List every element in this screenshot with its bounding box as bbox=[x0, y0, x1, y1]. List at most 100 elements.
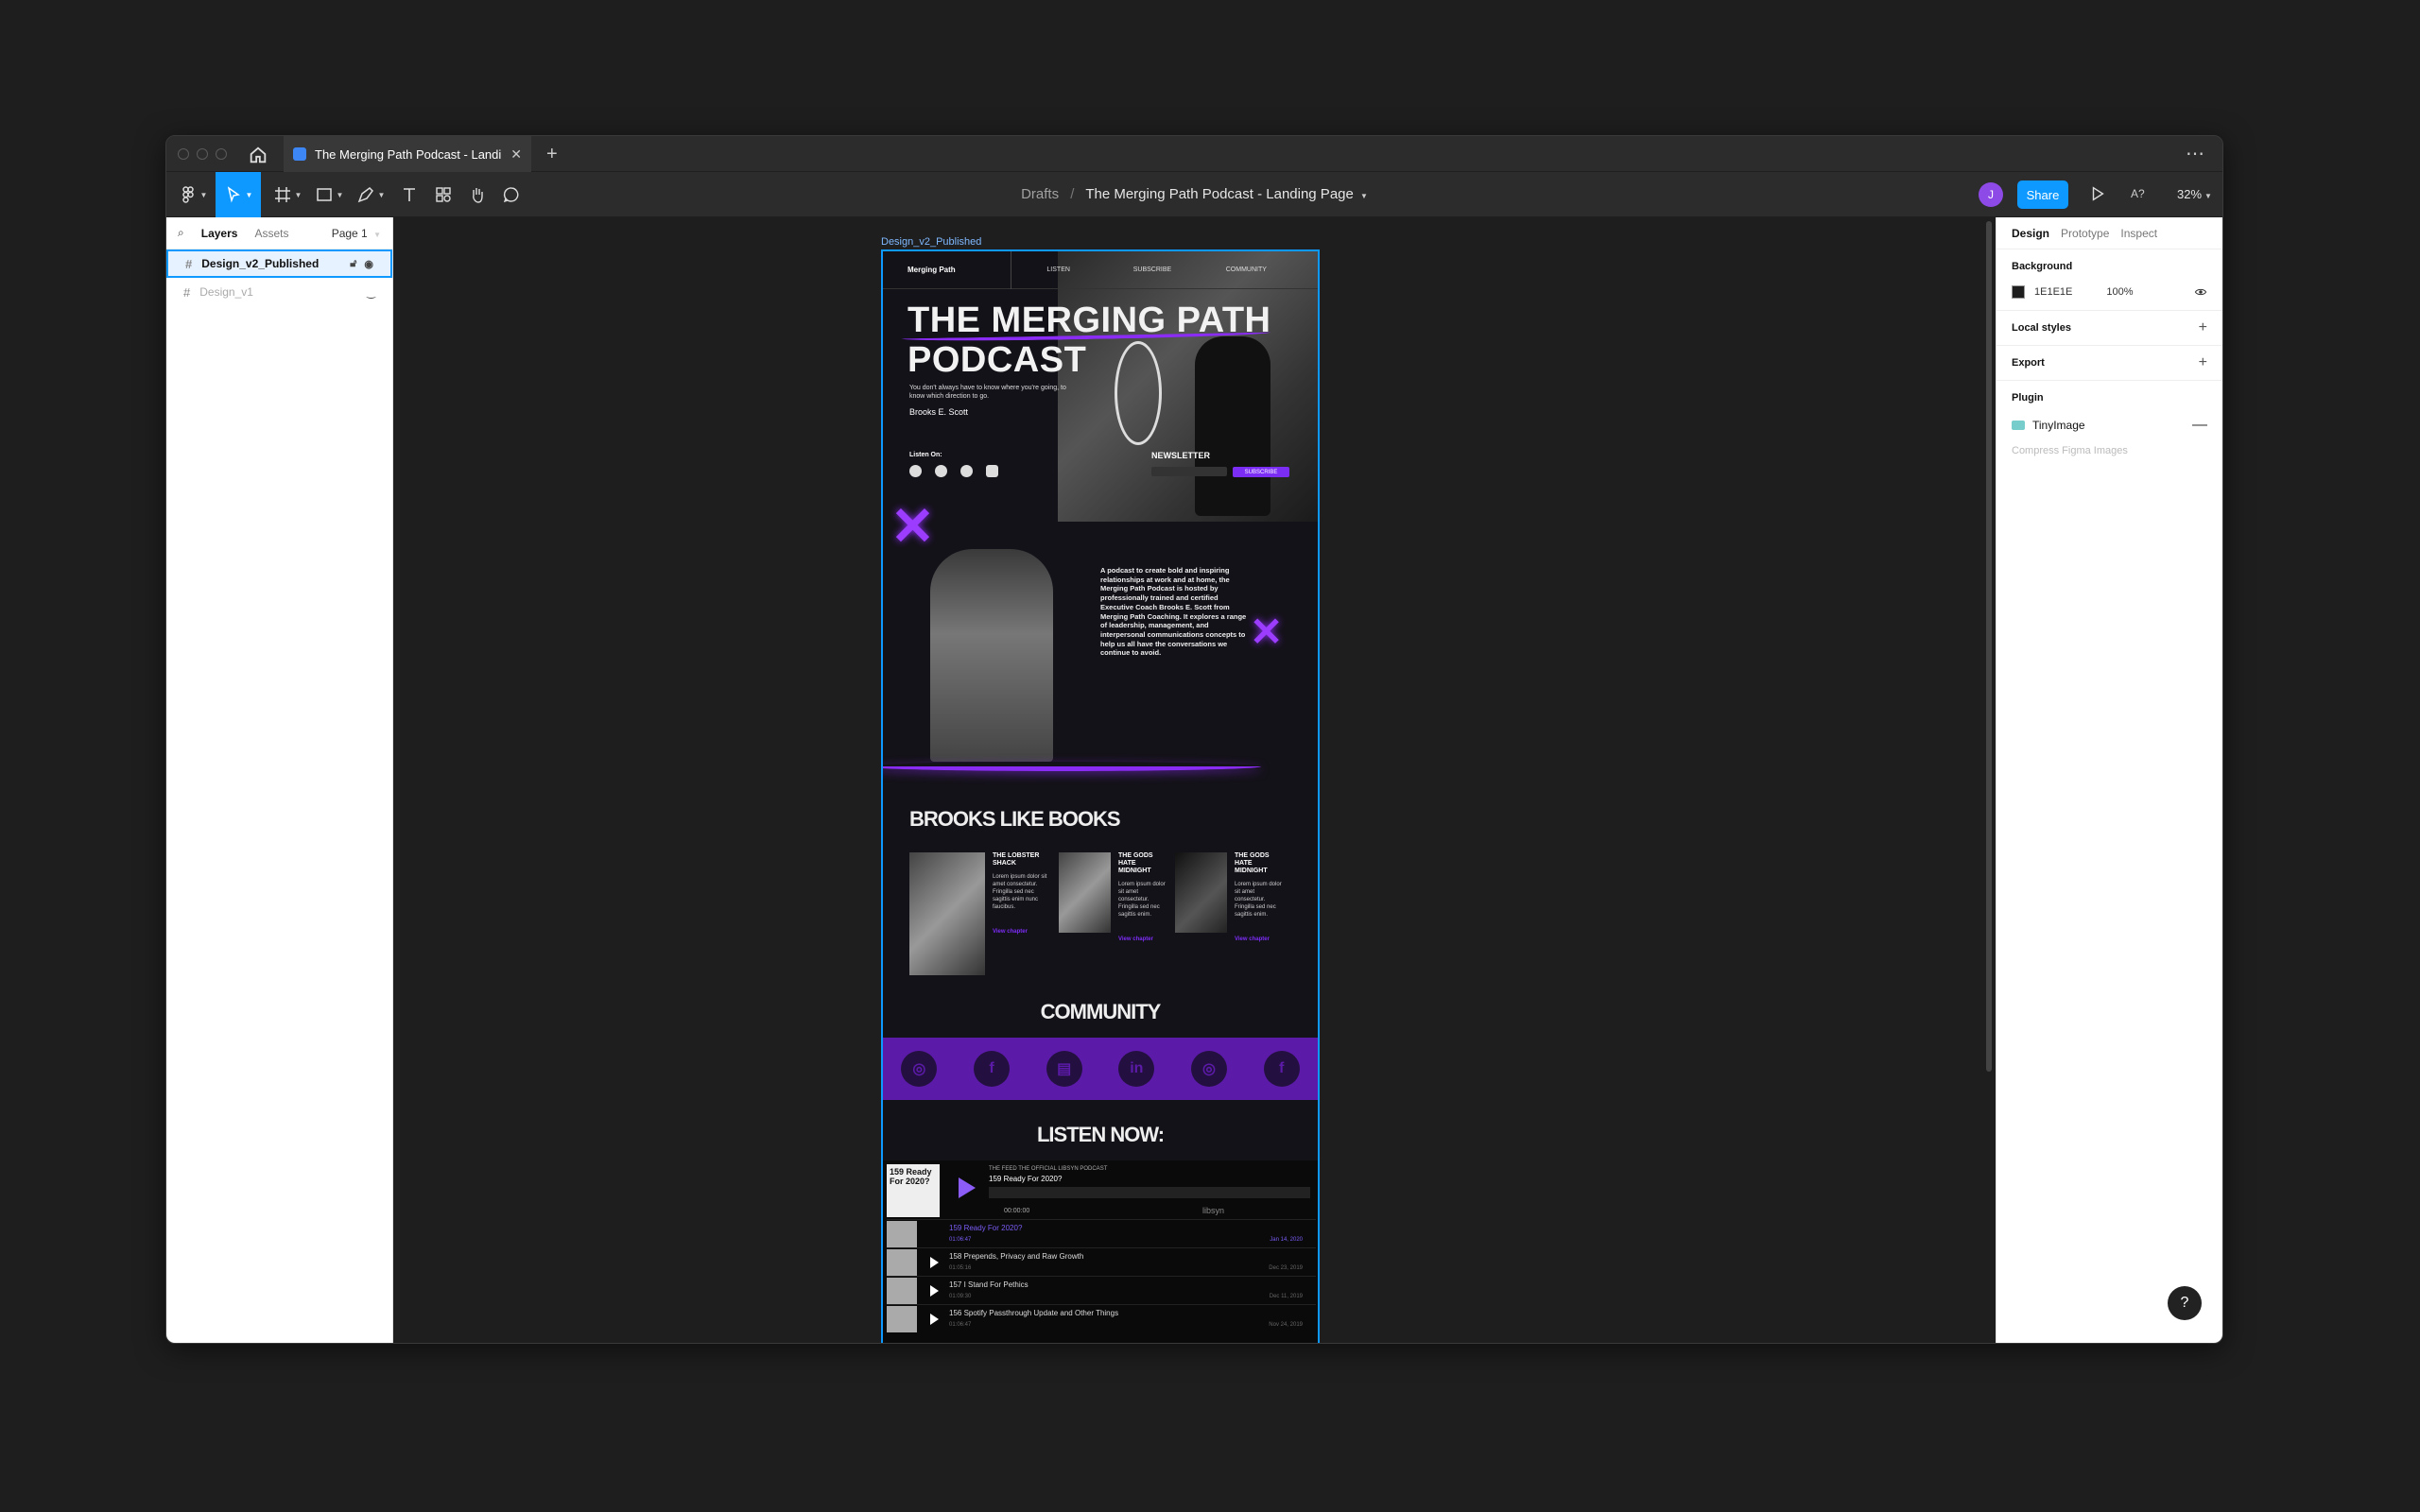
figma-window: The Merging Path Podcast - Landing Page … bbox=[165, 135, 2223, 1344]
tab-assets[interactable]: Assets bbox=[254, 227, 288, 240]
export-title: Export bbox=[2012, 357, 2045, 369]
instagram-icon: ◎ bbox=[901, 1051, 938, 1087]
figma-file-icon bbox=[293, 147, 306, 161]
add-style-icon[interactable]: + bbox=[2199, 320, 2207, 335]
book-cover bbox=[1059, 852, 1111, 933]
eye-icon[interactable]: ◉ bbox=[364, 258, 373, 270]
purple-x-icon: ✕ bbox=[1250, 610, 1284, 654]
book-card: THE LOBSTER SHACK Lorem ipsum dolor sit … bbox=[909, 852, 1049, 975]
accessibility-check-button[interactable]: A? bbox=[2131, 187, 2145, 200]
window-controls bbox=[178, 148, 227, 160]
unlock-icon[interactable]: 🔓︎ bbox=[350, 258, 356, 270]
breadcrumb: Drafts / The Merging Path Podcast - Land… bbox=[166, 186, 2222, 202]
episode-duration: 01:06:47 bbox=[949, 1322, 972, 1328]
eye-icon[interactable] bbox=[2194, 285, 2207, 299]
play-icon bbox=[959, 1177, 976, 1198]
search-icon[interactable]: ⌕ bbox=[178, 226, 184, 240]
site-brand: Merging Path bbox=[908, 251, 1011, 289]
home-icon[interactable] bbox=[248, 145, 268, 165]
layer-item[interactable]: # Design_v1 ‿ bbox=[166, 278, 392, 306]
book-card: THE GODS HATE MIDNIGHT Lorem ipsum dolor… bbox=[1175, 852, 1282, 975]
player-brand: libsyn bbox=[1202, 1206, 1225, 1215]
tab-prototype[interactable]: Prototype bbox=[2061, 227, 2109, 240]
layer-item[interactable]: # Design_v2_Published 🔓︎ ◉ bbox=[166, 249, 392, 278]
book-cover bbox=[909, 852, 985, 975]
minimize-window-button[interactable] bbox=[197, 148, 208, 160]
file-tab[interactable]: The Merging Path Podcast - Landing Page … bbox=[284, 136, 531, 172]
layers-panel: ⌕ Layers Assets Page 1 ▼ # Design_v2_Pub… bbox=[166, 217, 393, 1343]
nav-link-subscribe: SUBSCRIBE bbox=[1132, 266, 1172, 273]
plugin-name[interactable]: TinyImage bbox=[2032, 419, 2085, 432]
purple-x-icon: ✕ bbox=[890, 496, 935, 556]
plugin-image-icon bbox=[2012, 421, 2025, 430]
add-export-icon[interactable]: + bbox=[2199, 355, 2207, 370]
player-waveform bbox=[989, 1187, 1310, 1198]
book-cover bbox=[1175, 852, 1227, 933]
episode-thumb bbox=[887, 1221, 917, 1247]
frame-layer-icon: # bbox=[185, 256, 193, 271]
local-styles-title: Local styles bbox=[2012, 322, 2071, 334]
help-button[interactable]: ? bbox=[2168, 1286, 2202, 1320]
clapperboard-icon: ▤ bbox=[1046, 1051, 1082, 1087]
local-styles-section: Local styles + bbox=[1996, 311, 2222, 346]
close-tab-icon[interactable]: ✕ bbox=[510, 146, 522, 163]
book-card: THE GODS HATE MIDNIGHT Lorem ipsum dolor… bbox=[1059, 852, 1166, 975]
episode-date: Dec 23, 2019 bbox=[1269, 1265, 1303, 1271]
facebook-icon: f bbox=[973, 1051, 1010, 1087]
books-row: THE LOBSTER SHACK Lorem ipsum dolor sit … bbox=[909, 852, 1297, 975]
breadcrumb-file-name[interactable]: The Merging Path Podcast - Landing Page bbox=[1085, 186, 1354, 202]
episode-duration: 01:09:30 bbox=[949, 1294, 972, 1299]
design-frame[interactable]: Merging Path LISTEN SUBSCRIBE COMMUNITY … bbox=[881, 249, 1320, 1343]
avatar[interactable]: J bbox=[1979, 182, 2003, 207]
episode-row: 159 Ready For 2020? 01:06:47 Jan 14, 202… bbox=[887, 1219, 1316, 1247]
tab-inspect[interactable]: Inspect bbox=[2120, 227, 2157, 240]
background-hex[interactable]: 1E1E1E bbox=[2034, 286, 2072, 298]
player-source: THE FEED THE OFFICIAL LIBSYN PODCAST bbox=[989, 1166, 1108, 1172]
episode-title: 158 Prepends, Privacy and Raw Growth bbox=[949, 1252, 1084, 1261]
hidden-eye-icon[interactable]: ‿ bbox=[367, 286, 375, 299]
page-selector[interactable]: Page 1 ▼ bbox=[332, 227, 381, 240]
spotify-icon bbox=[960, 465, 973, 477]
background-opacity[interactable]: 100% bbox=[2106, 286, 2133, 298]
close-window-button[interactable] bbox=[178, 148, 189, 160]
book-desc: Lorem ipsum dolor sit amet consectetur. … bbox=[993, 874, 1047, 910]
newsletter-subscribe-button: SUBSCRIBE bbox=[1233, 467, 1289, 477]
breadcrumb-drafts[interactable]: Drafts bbox=[1021, 186, 1059, 202]
episode-row: 158 Prepends, Privacy and Raw Growth 01:… bbox=[887, 1247, 1316, 1276]
frame-label[interactable]: Design_v2_Published bbox=[881, 236, 981, 248]
tab-layers[interactable]: Layers bbox=[201, 227, 238, 240]
plugin-section: Plugin TinyImage — Compress Figma Images bbox=[1996, 381, 2222, 468]
player-time: 00:00:00 bbox=[1004, 1208, 1030, 1214]
linkedin-icon: in bbox=[1118, 1051, 1155, 1087]
book-desc: Lorem ipsum dolor sit amet consectetur. … bbox=[1118, 882, 1166, 918]
about-text: A podcast to create bold and inspiring r… bbox=[1100, 566, 1247, 658]
listen-on-label: Listen On: bbox=[909, 452, 942, 458]
new-tab-icon[interactable]: + bbox=[546, 144, 558, 165]
canvas-scrollbar[interactable] bbox=[1986, 221, 1992, 1072]
tab-design[interactable]: Design bbox=[2012, 227, 2049, 240]
background-section: Background 1E1E1E 100% bbox=[1996, 249, 2222, 311]
tab-bar: The Merging Path Podcast - Landing Page … bbox=[166, 136, 2222, 172]
properties-panel: Design Prototype Inspect Background 1E1E… bbox=[1996, 217, 2222, 1343]
more-options-icon[interactable]: ⋯ bbox=[2186, 142, 2205, 165]
episode-row: 156 Spotify Passthrough Update and Other… bbox=[887, 1304, 1316, 1332]
episode-date: Nov 24, 2019 bbox=[1269, 1322, 1303, 1328]
zoom-dropdown[interactable]: 32% ▼ bbox=[2177, 187, 2212, 201]
episode-date: Jan 14, 2020 bbox=[1270, 1237, 1303, 1243]
page-name: Page 1 bbox=[331, 226, 368, 240]
platform-icons bbox=[909, 465, 998, 477]
social-banner: ◎ f ▤ in ◎ f bbox=[883, 1038, 1318, 1100]
canvas[interactable]: Design_v2_Published Merging Path LISTEN … bbox=[393, 217, 1996, 1343]
share-button[interactable]: Share bbox=[2017, 180, 2068, 209]
remove-plugin-icon[interactable]: — bbox=[2192, 417, 2207, 434]
export-section: Export + bbox=[1996, 346, 2222, 381]
book-link: View chapter bbox=[993, 929, 1028, 935]
background-swatch[interactable] bbox=[2012, 285, 2025, 299]
host-portrait bbox=[930, 549, 1053, 762]
maximize-window-button[interactable] bbox=[216, 148, 227, 160]
present-play-icon[interactable] bbox=[2089, 185, 2106, 202]
breadcrumb-separator: / bbox=[1070, 186, 1075, 202]
chevron-down-icon[interactable]: ▼ bbox=[1360, 192, 1368, 200]
episode-date: Dec 11, 2019 bbox=[1269, 1294, 1303, 1299]
book-desc: Lorem ipsum dolor sit amet consectetur. … bbox=[1235, 882, 1282, 918]
